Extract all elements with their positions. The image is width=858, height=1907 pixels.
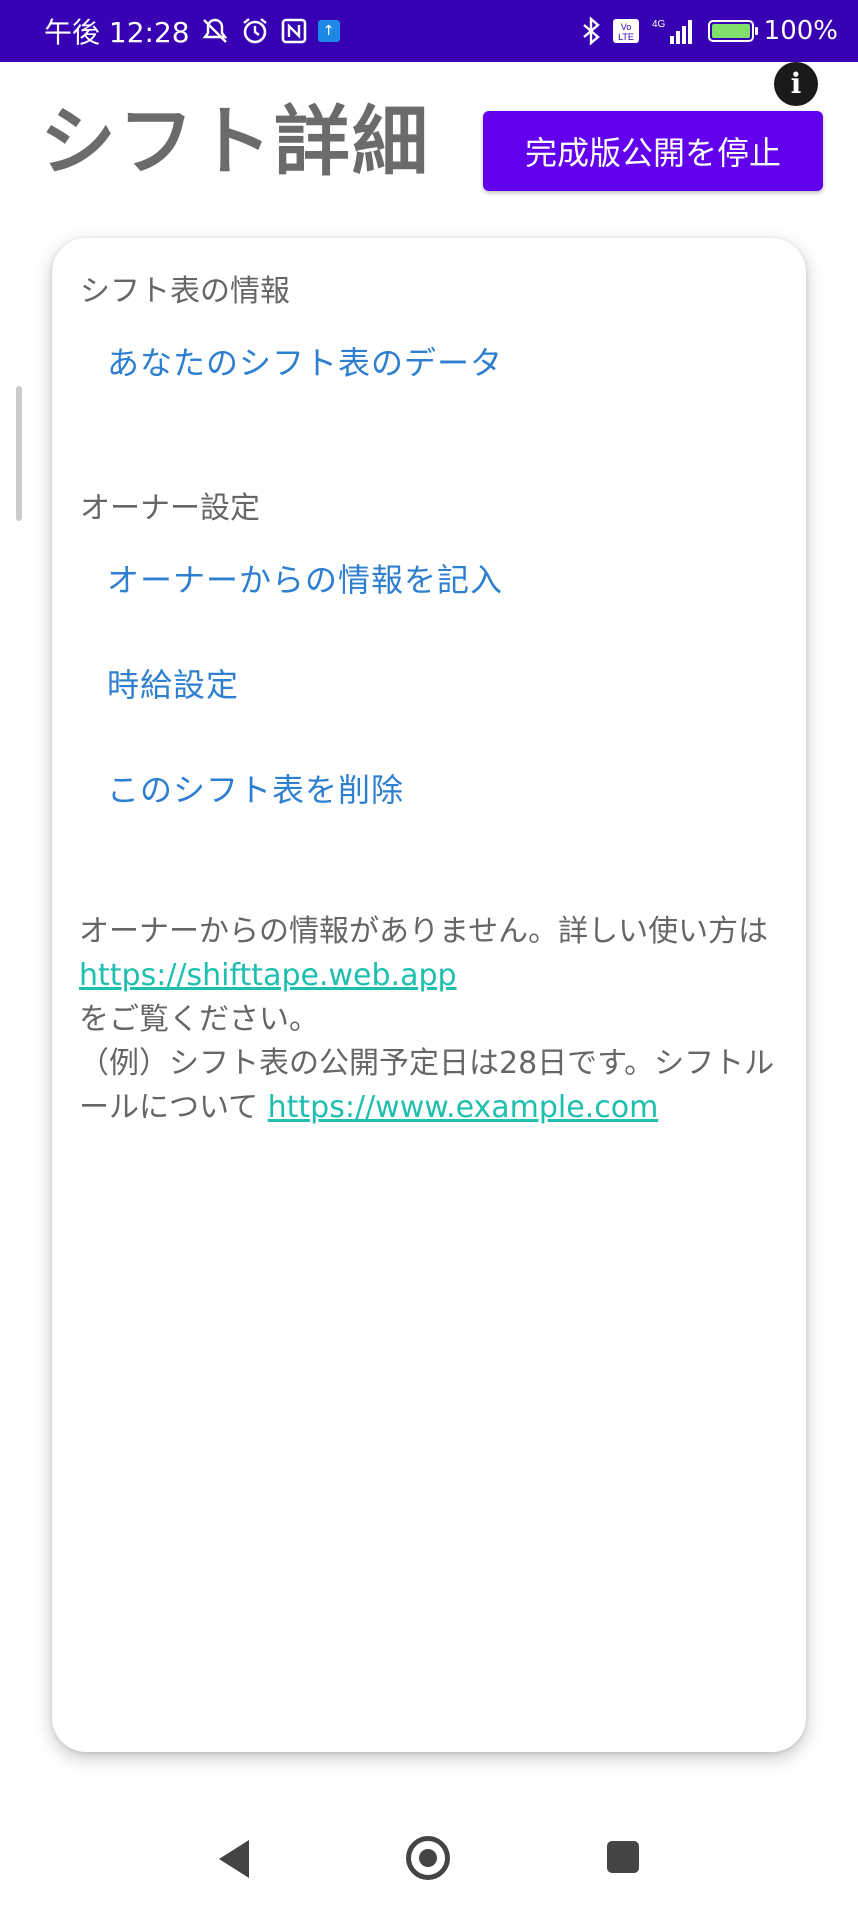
status-time: 午後 12:28	[44, 16, 190, 49]
section-title-owner-settings: オーナー設定	[80, 491, 260, 526]
page-title: シフト詳細	[40, 97, 430, 186]
notice-link-shifttape[interactable]: https://shifttape.web.app	[79, 958, 457, 993]
back-icon[interactable]	[219, 1840, 249, 1878]
link-hourly-wage[interactable]: 時給設定	[107, 660, 239, 706]
status-bar-right: Vo LTE 4G 100%	[580, 16, 838, 46]
stop-publish-button[interactable]: 完成版公開を停止	[483, 111, 823, 191]
link-owner-info[interactable]: オーナーからの情報を記入	[107, 555, 503, 601]
svg-text:Vo: Vo	[620, 22, 631, 32]
link-my-shift-data[interactable]: あなたのシフト表のデータ	[107, 338, 503, 384]
settings-card: シフト表の情報 あなたのシフト表のデータ オーナー設定 オーナーからの情報を記入…	[52, 238, 806, 1752]
scroll-indicator[interactable]	[16, 386, 22, 521]
owner-notice: オーナーからの情報がありません。詳しい使い方は https://shifttap…	[79, 910, 779, 1130]
info-button[interactable]: i	[774, 62, 818, 106]
status-bar: 午後 12:28 ↑ Vo LTE 4G 100%	[0, 0, 858, 62]
notice-text-1: オーナーからの情報がありません。詳しい使い方は	[79, 914, 769, 949]
nfc-icon	[280, 16, 308, 46]
recents-icon[interactable]	[607, 1841, 639, 1873]
home-icon[interactable]	[406, 1836, 450, 1880]
battery-percent: 100%	[763, 16, 838, 46]
status-bar-left: 午後 12:28 ↑	[44, 11, 340, 51]
navigation-bar	[0, 1810, 858, 1907]
notice-link-example[interactable]: https://www.example.com	[268, 1090, 659, 1125]
link-delete-shift-table[interactable]: このシフト表を削除	[107, 765, 404, 811]
alarm-icon	[240, 16, 270, 46]
battery-icon	[707, 16, 758, 46]
info-icon: i	[790, 67, 802, 100]
upload-icon: ↑	[317, 16, 340, 46]
svg-text:LTE: LTE	[618, 32, 634, 42]
signal-icon: 4G	[650, 16, 698, 46]
svg-text:4G: 4G	[652, 19, 666, 30]
notice-text-2: をご覧ください。	[79, 1002, 319, 1037]
section-title-shift-info: シフト表の情報	[80, 274, 290, 309]
bluetooth-icon	[580, 16, 602, 46]
mute-icon	[200, 16, 230, 46]
volte-icon: Vo LTE	[612, 16, 640, 46]
